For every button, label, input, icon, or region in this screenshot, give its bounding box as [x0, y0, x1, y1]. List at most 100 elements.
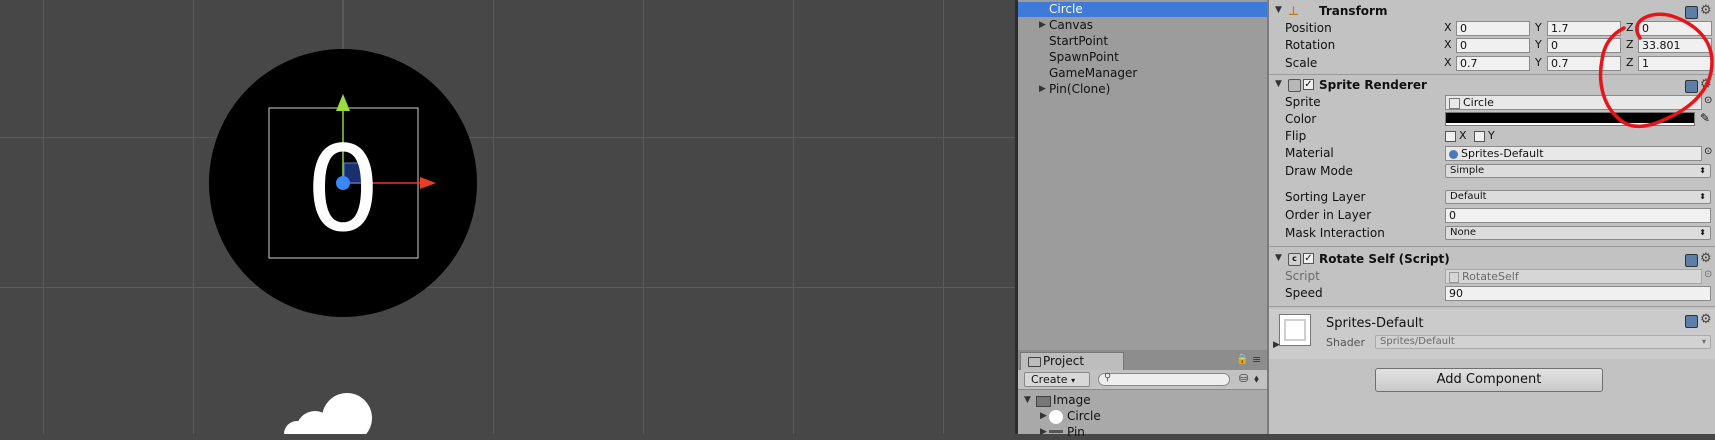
mask-interaction-label: Mask Interaction: [1285, 226, 1385, 240]
panel-menu-icon[interactable]: ≡: [1252, 353, 1261, 366]
order-in-layer-field[interactable]: 0: [1445, 208, 1711, 223]
material-label: Material: [1285, 146, 1334, 160]
transform-header[interactable]: ▼ ⊥ Transform ⚙: [1267, 3, 1715, 20]
gear-icon[interactable]: ⚙: [1700, 77, 1712, 92]
folder-icon: [1036, 396, 1051, 407]
hierarchy-item-spawnpoint[interactable]: SpawnPoint: [1018, 50, 1267, 65]
material-value: Sprites-Default: [1461, 147, 1544, 160]
scale-label: Scale: [1285, 56, 1318, 70]
mask-interaction-dropdown[interactable]: None ⬍: [1445, 226, 1711, 240]
rotation-x-field[interactable]: 0: [1456, 38, 1530, 53]
material-preview: ▶ Sprites-Default Shader Sprites/Default…: [1267, 309, 1715, 359]
sorting-layer-dropdown[interactable]: Default ⬍: [1445, 190, 1711, 204]
dropdown-caret-icon: ▾: [1701, 337, 1706, 346]
component-title: Rotate Self (Script): [1319, 252, 1450, 266]
expand-arrow-icon[interactable]: ▶: [1040, 424, 1047, 440]
sprite-value: Circle: [1463, 96, 1494, 109]
component-separator: [1267, 74, 1715, 75]
hierarchy-item-canvas[interactable]: ▶ Canvas: [1018, 18, 1267, 33]
panel-divider[interactable]: [1267, 0, 1269, 434]
project-item-image[interactable]: ▼ Image: [1018, 392, 1267, 408]
color-field[interactable]: [1445, 112, 1695, 126]
foldout-arrow-icon[interactable]: ▶: [1273, 340, 1280, 350]
add-component-button[interactable]: Add Component: [1375, 368, 1603, 392]
material-field[interactable]: Sprites-Default: [1445, 146, 1702, 161]
tab-project-label: Project: [1043, 354, 1085, 368]
filter-type-icon[interactable]: ⛁: [1239, 372, 1248, 385]
help-icon[interactable]: [1685, 80, 1698, 93]
rotation-z-field[interactable]: 33.801: [1638, 38, 1712, 53]
project-item-circle[interactable]: ▶ Circle: [1018, 408, 1267, 424]
sprite-renderer-header[interactable]: ▼ ✓ Sprite Renderer ⚙: [1267, 77, 1715, 94]
sprite-label: Sprite: [1285, 95, 1321, 109]
position-label: Position: [1285, 21, 1332, 35]
project-item-label: Circle: [1067, 409, 1101, 423]
pin-sprite: [284, 393, 372, 434]
enabled-checkbox[interactable]: ✓: [1303, 79, 1314, 90]
rotation-y-field[interactable]: 0: [1547, 38, 1621, 53]
foldout-arrow-icon[interactable]: ▼: [1275, 253, 1282, 263]
axis-z-label: Z: [1626, 56, 1634, 69]
expand-arrow-icon[interactable]: ▶: [1039, 82, 1046, 97]
tab-project[interactable]: Project: [1020, 352, 1124, 370]
project-item-pin[interactable]: ▶ Pin: [1018, 424, 1267, 440]
help-icon[interactable]: [1685, 315, 1698, 328]
object-picker-icon: ⊙: [1704, 269, 1713, 280]
component-separator: [1267, 246, 1715, 247]
folder-icon: [1028, 357, 1041, 367]
scale-z-field[interactable]: 1: [1638, 56, 1712, 71]
hierarchy-item-pin-clone[interactable]: ▶ Pin(Clone): [1018, 82, 1267, 97]
enabled-checkbox[interactable]: ✓: [1303, 253, 1314, 264]
project-tabbar: Project 🔒 ≡: [1018, 350, 1267, 370]
expand-arrow-icon[interactable]: ▼: [1024, 392, 1031, 408]
hierarchy-panel: Circle ▶ Canvas StartPoint SpawnPoint Gam…: [1018, 0, 1267, 350]
chevron-down-icon: ▾: [1071, 376, 1076, 385]
script-value: RotateSelf: [1462, 270, 1519, 283]
color-label: Color: [1285, 112, 1317, 126]
hierarchy-item-startpoint[interactable]: StartPoint: [1018, 34, 1267, 49]
shader-dropdown[interactable]: Sprites/Default ▾: [1375, 335, 1711, 349]
flip-y-checkbox[interactable]: [1474, 131, 1485, 142]
draw-mode-dropdown[interactable]: Simple ⬍: [1445, 164, 1711, 178]
hierarchy-item-circle[interactable]: Circle: [1018, 2, 1267, 17]
position-x-field[interactable]: 0: [1456, 21, 1530, 36]
flip-label: Flip: [1285, 129, 1307, 143]
filter-label-icon[interactable]: ⬧: [1254, 372, 1259, 386]
position-y-field[interactable]: 1.7: [1547, 21, 1621, 36]
eyedropper-icon[interactable]: ✎: [1700, 111, 1710, 125]
order-in-layer-label: Order in Layer: [1285, 208, 1372, 222]
create-button[interactable]: Create ▾: [1024, 372, 1090, 387]
object-picker-icon[interactable]: ⊙: [1704, 146, 1712, 157]
foldout-arrow-icon[interactable]: ▼: [1275, 5, 1282, 15]
flip-y-label: Y: [1488, 129, 1495, 142]
component-title: Sprite Renderer: [1319, 78, 1427, 92]
position-z-field[interactable]: 0: [1638, 21, 1712, 36]
gear-icon[interactable]: ⚙: [1700, 3, 1712, 18]
hierarchy-item-label: Canvas: [1049, 18, 1094, 32]
sprite-field[interactable]: Circle: [1445, 95, 1702, 110]
scene-objects: 0: [209, 0, 477, 434]
hierarchy-item-label: StartPoint: [1049, 34, 1109, 48]
flip-x-checkbox[interactable]: [1445, 131, 1456, 142]
material-icon: [1449, 149, 1458, 159]
lock-icon[interactable]: 🔒: [1236, 354, 1248, 365]
rotate-self-header[interactable]: ▼ c ✓ Rotate Self (Script) ⚙: [1267, 251, 1715, 268]
object-picker-icon[interactable]: ⊙: [1704, 95, 1712, 106]
project-item-label: Image: [1053, 393, 1091, 407]
scale-x-field[interactable]: 0.7: [1456, 56, 1530, 71]
shader-label: Shader: [1326, 336, 1365, 349]
transform-icon: ⊥: [1288, 4, 1299, 18]
search-input[interactable]: ⚲: [1098, 372, 1230, 386]
help-icon[interactable]: [1685, 6, 1698, 19]
hierarchy-item-gamemanager[interactable]: GameManager: [1018, 66, 1267, 81]
scale-y-field[interactable]: 0.7: [1547, 56, 1621, 71]
gear-icon[interactable]: ⚙: [1700, 251, 1712, 266]
expand-arrow-icon[interactable]: ▶: [1039, 18, 1046, 33]
expand-arrow-icon[interactable]: ▶: [1040, 408, 1047, 424]
gear-icon[interactable]: ⚙: [1700, 312, 1712, 327]
inspector-panel: ▼ ⊥ Transform ⚙ Position X 0 Y 1.7 Z 0 R…: [1267, 0, 1715, 434]
foldout-arrow-icon[interactable]: ▼: [1275, 79, 1282, 89]
speed-field[interactable]: 90: [1445, 286, 1711, 301]
scene-view[interactable]: 0: [0, 0, 1015, 434]
help-icon[interactable]: [1685, 254, 1698, 267]
